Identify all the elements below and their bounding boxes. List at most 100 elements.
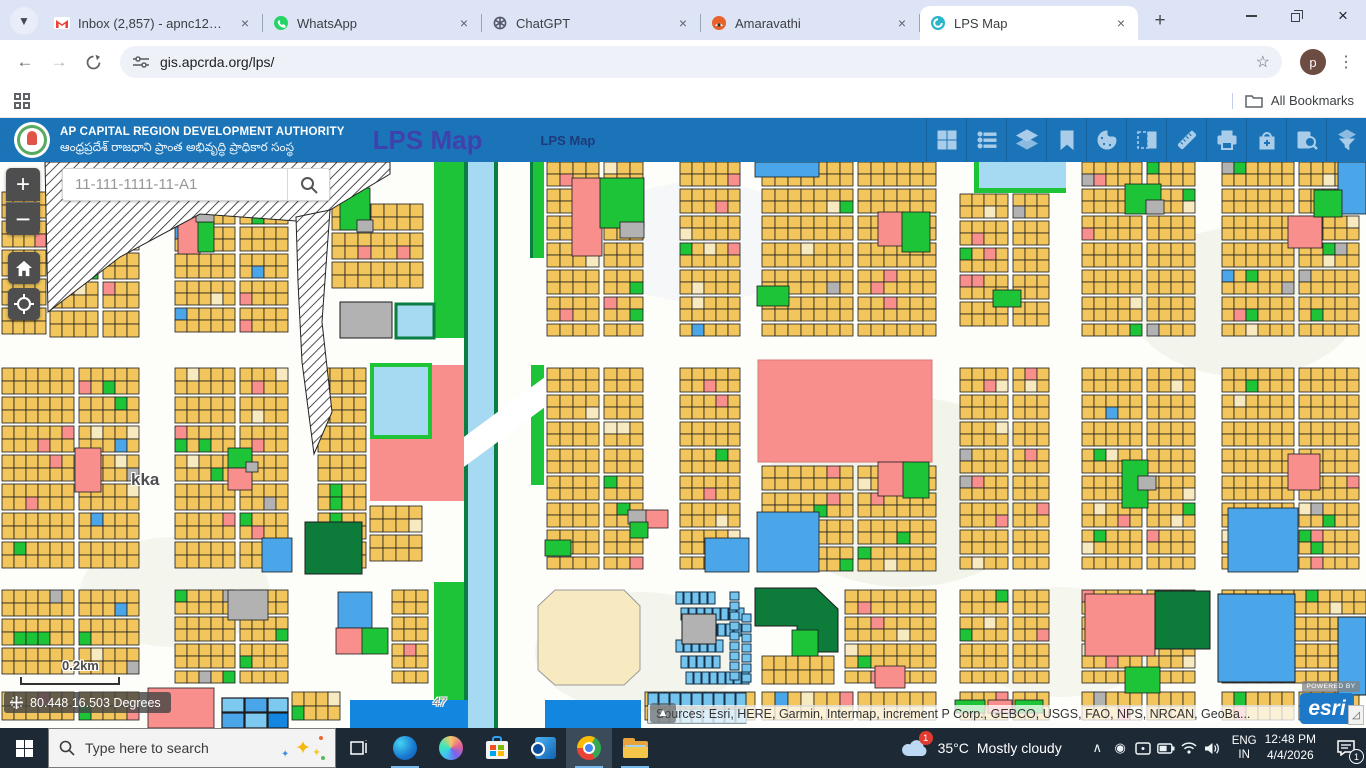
start-button[interactable] — [0, 728, 48, 768]
new-tab-button[interactable]: + — [1146, 7, 1174, 35]
taskbar-chrome[interactable] — [566, 728, 612, 768]
notification-count-badge: 1 — [1349, 749, 1364, 764]
layers-icon[interactable] — [1006, 118, 1046, 162]
tray-wifi-icon[interactable] — [1178, 742, 1201, 754]
overview-expander[interactable]: ◿ — [1348, 705, 1364, 725]
tab-gmail[interactable]: Inbox (2,857) - apnc12@gma... × — [44, 6, 262, 40]
home-button[interactable] — [8, 252, 40, 284]
filter-icon[interactable] — [1326, 118, 1366, 162]
app-title-small: LPS Map — [540, 133, 595, 148]
locate-button[interactable] — [8, 288, 40, 320]
file-explorer-icon — [623, 738, 648, 758]
tab-amaravathi[interactable]: Amaravathi × — [701, 6, 919, 40]
whatsapp-icon — [273, 15, 289, 31]
tab-close-icon[interactable]: × — [1112, 14, 1130, 32]
powered-by-label: POWERED BY — [1302, 681, 1360, 692]
tab-chatgpt[interactable]: ChatGPT × — [482, 6, 700, 40]
attribution-expander[interactable]: ▲ — [650, 703, 676, 723]
site-info-icon[interactable] — [132, 55, 150, 69]
apps-grid-icon[interactable] — [12, 91, 32, 111]
browser-menu-icon[interactable]: ⋮ — [1334, 52, 1358, 72]
reload-button[interactable] — [76, 45, 110, 79]
attribution-bar: Sources: Esri, HERE, Garmin, Intermap, i… — [648, 705, 1296, 723]
minimize-button[interactable] — [1228, 0, 1274, 32]
tab-lps-map-active[interactable]: LPS Map × — [920, 6, 1138, 40]
taskbar-file-explorer[interactable] — [612, 728, 658, 768]
taskbar-search[interactable]: Type here to search ✦✦✦ — [48, 728, 336, 768]
tab-label: Inbox (2,857) - apnc12@gma... — [78, 16, 230, 31]
taskbar-store[interactable] — [474, 728, 520, 768]
esri-logo: esri — [1300, 693, 1354, 724]
swipe-icon[interactable] — [1126, 118, 1166, 162]
reload-icon — [85, 54, 102, 71]
copilot-icon — [439, 736, 463, 760]
apcrda-header: AP CAPITAL REGION DEVELOPMENT AUTHORITY … — [0, 118, 1366, 162]
parcel-search-button[interactable] — [287, 169, 329, 200]
zoom-in-button[interactable]: + — [6, 168, 40, 201]
store-icon — [485, 736, 509, 760]
org-titles: AP CAPITAL REGION DEVELOPMENT AUTHORITY … — [60, 125, 345, 154]
add-data-icon[interactable] — [1246, 118, 1286, 162]
measure-icon[interactable] — [1166, 118, 1206, 162]
weather-icon: 1 — [900, 736, 930, 760]
bookmarks-widget-icon[interactable] — [1046, 118, 1086, 162]
tab-list-chevron-icon[interactable]: ▼ — [10, 7, 38, 35]
back-button[interactable]: ← — [8, 45, 42, 79]
search-highlights-icon[interactable]: ✦✦✦ — [279, 736, 325, 762]
tab-label: WhatsApp — [297, 16, 449, 31]
restore-button[interactable] — [1274, 0, 1320, 32]
scale-label: 0.2km — [62, 658, 99, 673]
apcrda-logo — [14, 122, 50, 158]
chatgpt-icon — [492, 15, 508, 31]
parcel-search-box — [62, 168, 330, 201]
search-icon — [59, 740, 75, 756]
tab-close-icon[interactable]: × — [455, 14, 473, 32]
tab-close-icon[interactable]: × — [893, 14, 911, 32]
tray-record-icon[interactable]: ◉ — [1109, 740, 1132, 756]
profile-avatar[interactable]: p — [1300, 49, 1326, 75]
tray-volume-icon[interactable] — [1201, 742, 1224, 755]
map-canvas[interactable] — [0, 162, 1366, 728]
tray-cast-icon[interactable] — [1132, 742, 1155, 755]
tray-chevron-up-icon[interactable]: ∧ — [1086, 740, 1109, 756]
search-attributes-icon[interactable] — [1286, 118, 1326, 162]
taskbar-outlook[interactable] — [520, 728, 566, 768]
taskbar-copilot[interactable] — [428, 728, 474, 768]
language-line1: ENG — [1232, 734, 1257, 748]
chrome-icon — [577, 736, 601, 760]
tray-battery-icon[interactable] — [1155, 743, 1178, 754]
forward-button[interactable]: → — [42, 45, 76, 79]
tab-close-icon[interactable]: × — [674, 14, 692, 32]
taskbar-edge[interactable] — [382, 728, 428, 768]
close-button[interactable]: × — [1320, 0, 1366, 32]
parcel-search-input[interactable] — [63, 176, 287, 193]
task-view-button[interactable] — [336, 728, 382, 768]
taskbar-clock[interactable]: 12:48 PM 4/4/2026 — [1265, 732, 1316, 763]
bookmarks-bar: All Bookmarks — [0, 84, 1366, 118]
tab-whatsapp[interactable]: WhatsApp × — [263, 6, 481, 40]
bookmark-star-icon[interactable]: ☆ — [1256, 52, 1270, 72]
address-bar[interactable]: gis.apcrda.org/lps/ ☆ — [120, 46, 1282, 78]
weather-widget[interactable]: 1 35°C Mostly cloudy — [900, 736, 1076, 760]
basemap-gallery-icon[interactable] — [926, 118, 966, 162]
tab-label: Amaravathi — [735, 16, 887, 31]
print-icon[interactable] — [1206, 118, 1246, 162]
zoom-out-button[interactable]: − — [6, 202, 40, 235]
org-subtitle: ఆంధ్రప్రదేశ్ రాజధాని ప్రాంత అభివృద్ధి ప్… — [60, 140, 345, 155]
header-toolbar — [926, 118, 1366, 162]
tab-label: LPS Map — [954, 16, 1106, 31]
system-tray: ∧ ◉ — [1086, 740, 1224, 756]
draw-icon[interactable] — [1086, 118, 1126, 162]
action-center-button[interactable]: 1 — [1326, 728, 1366, 768]
edge-icon — [393, 736, 417, 760]
home-icon — [15, 260, 33, 277]
window-controls: × — [1228, 0, 1366, 40]
all-bookmarks[interactable]: All Bookmarks — [1232, 93, 1354, 109]
org-title: AP CAPITAL REGION DEVELOPMENT AUTHORITY — [60, 125, 345, 139]
legend-icon[interactable] — [966, 118, 1006, 162]
map-survey-label: 47 — [433, 695, 446, 709]
url-text[interactable]: gis.apcrda.org/lps/ — [160, 54, 274, 70]
tab-close-icon[interactable]: × — [236, 14, 254, 32]
crosshair-icon[interactable] — [10, 696, 23, 709]
language-indicator[interactable]: ENG IN — [1232, 734, 1257, 763]
